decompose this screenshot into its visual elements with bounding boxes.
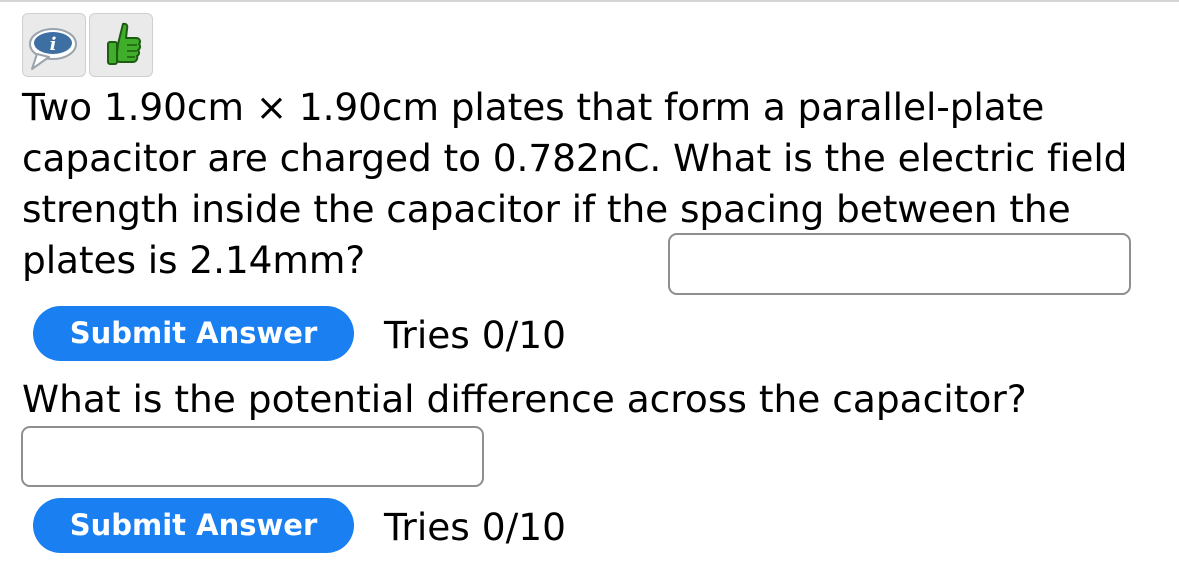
- thumbs-up-icon[interactable]: [89, 13, 153, 77]
- tries-1-counter: Tries 0/10: [384, 313, 566, 357]
- info-icon-graphic: i: [29, 28, 77, 70]
- answer-2-input[interactable]: [21, 426, 484, 487]
- thumbs-up-graphic: [107, 22, 142, 65]
- tries-2-counter: Tries 0/10: [384, 505, 566, 549]
- answer-1-input[interactable]: [668, 233, 1131, 295]
- problem-page: i Two 1.90cm × 1.90cm plates that form a…: [0, 0, 1179, 571]
- submit-answer-1-button[interactable]: Submit Answer: [33, 306, 354, 361]
- question-2-text: What is the potential difference across …: [22, 377, 1027, 421]
- submit-answer-2-button[interactable]: Submit Answer: [33, 498, 354, 553]
- svg-text:i: i: [50, 34, 57, 55]
- info-speech-bubble-icon[interactable]: i: [22, 13, 86, 77]
- top-divider: [0, 0, 1179, 2]
